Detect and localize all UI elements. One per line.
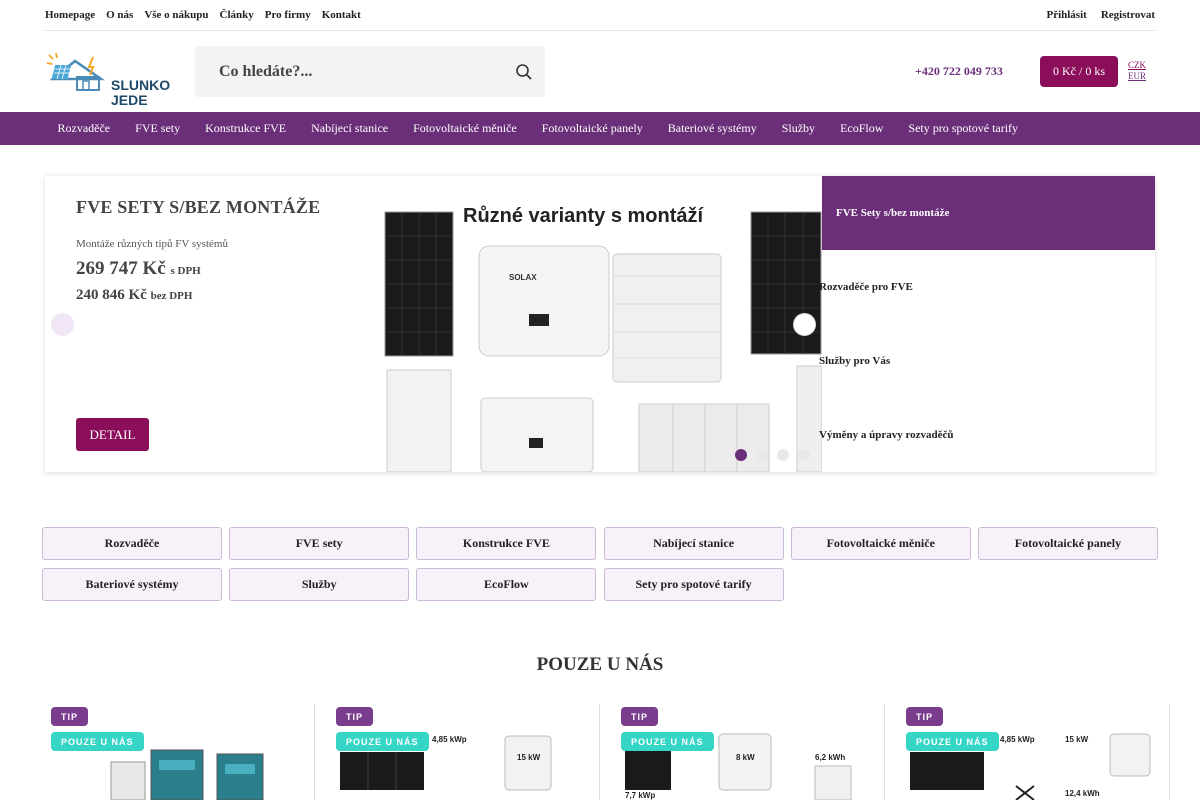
slider-dots	[735, 449, 810, 461]
catnav-ecoflow[interactable]: EcoFlow	[828, 121, 896, 136]
top-nav: Homepage O nás Vše o nákupu Články Pro f…	[45, 9, 361, 21]
currency-switch: CZK EUR	[1128, 60, 1146, 82]
catnav-fotovoltaicke-menice[interactable]: Fotovoltaické měniče	[401, 121, 530, 136]
category-bateriove-systemy[interactable]: Bateriové systémy	[42, 568, 222, 601]
topnav-clanky[interactable]: Články	[220, 9, 254, 21]
svg-text:4,85 kWp: 4,85 kWp	[1000, 735, 1035, 744]
slider-dot[interactable]	[756, 449, 768, 461]
hero-slider: FVE SETY S/BEZ MONTÁŽE Montáže různých t…	[45, 176, 1155, 472]
svg-text:8 kW: 8 kW	[736, 753, 755, 762]
slider-dot[interactable]	[798, 449, 810, 461]
login-link[interactable]: Přihlásit	[1046, 9, 1086, 21]
catnav-bateriove-systemy[interactable]: Bateriové systémy	[655, 121, 769, 136]
side-item-rozvadece[interactable]: Rozvaděče pro FVE	[819, 281, 913, 293]
category-nabijeci-stanice[interactable]: Nabíjecí stanice	[603, 527, 784, 560]
catnav-sluzby[interactable]: Služby	[769, 121, 827, 136]
category-fotovoltaicke-menice[interactable]: Fotovoltaické měniče	[790, 527, 971, 560]
exclusive-badge: POUZE U NÁS	[621, 732, 714, 751]
tip-badge: TIP	[621, 707, 659, 726]
phone-number[interactable]: +420 722 049 733	[915, 64, 1003, 79]
detail-button[interactable]: DETAIL	[76, 418, 149, 451]
side-item-vymeny[interactable]: Výměny a úpravy rozvaděčů	[819, 429, 954, 441]
currency-eur[interactable]: EUR	[1128, 71, 1146, 82]
product-list: TIP POUZE U NÁS 4,85 kWp 15 kW TIP POUZE…	[45, 704, 1170, 800]
hero-side-menu: FVE Sety s/bez montáže Rozvaděče pro FVE…	[819, 176, 1155, 472]
product-card[interactable]: 8 kW 6,2 kWh 7,7 kWp TIP POUZE U NÁS	[615, 704, 885, 800]
slider-dot[interactable]	[735, 449, 747, 461]
section-title: POUZE U NÁS	[536, 654, 664, 675]
logo-text: SLUNKO JEDE	[111, 77, 171, 108]
category-rozvadece[interactable]: Rozvaděče	[42, 527, 222, 560]
product-card[interactable]: TIP POUZE U NÁS	[45, 704, 315, 800]
category-sluzby[interactable]: Služby	[229, 568, 410, 601]
account-links: Přihlásit Registrovat	[1046, 9, 1155, 21]
search-input[interactable]	[207, 46, 497, 97]
header: SLUNKO JEDE +420 722 049 733 0 Kč / 0 ks…	[45, 31, 1155, 112]
topnav-homepage[interactable]: Homepage	[45, 9, 95, 21]
tip-badge: TIP	[336, 707, 374, 726]
catnav-rozvadece[interactable]: Rozvaděče	[45, 121, 123, 136]
svg-text:4,85 kWp: 4,85 kWp	[432, 735, 467, 744]
tip-badge: TIP	[51, 707, 89, 726]
register-link[interactable]: Registrovat	[1101, 9, 1155, 21]
topnav-pro-firmy[interactable]: Pro firmy	[265, 9, 311, 21]
logo[interactable]: SLUNKO JEDE	[45, 51, 175, 108]
product-card[interactable]: 4,85 kWp 15 kW TIP POUZE U NÁS	[330, 704, 600, 800]
search-box	[195, 46, 545, 97]
topnav-kontakt[interactable]: Kontakt	[322, 9, 361, 21]
catnav-nabijeci-stanice[interactable]: Nabíjecí stanice	[299, 121, 401, 136]
category-fotovoltaicke-panely[interactable]: Fotovoltaické panely	[977, 527, 1158, 560]
price-with-vat: 269 747 Kč s DPH	[76, 258, 201, 279]
catnav-fve-sety[interactable]: FVE sety	[123, 121, 193, 136]
currency-czk[interactable]: CZK	[1128, 60, 1146, 71]
topnav-vse-o-nakupu[interactable]: Vše o nákupu	[144, 9, 208, 21]
category-nav: Rozvaděče FVE sety Konstrukce FVE Nabíje…	[0, 112, 1200, 145]
product-card[interactable]: 4,85 kWp 15 kW 12,4 kWh TIP POUZE U NÁS	[900, 704, 1170, 800]
cart-button[interactable]: 0 Kč / 0 ks	[1040, 56, 1118, 87]
top-bar: Homepage O nás Vše o nákupu Články Pro f…	[45, 0, 1155, 31]
exclusive-badge: POUZE U NÁS	[906, 732, 999, 751]
hero-title: FVE SETY S/BEZ MONTÁŽE	[76, 197, 321, 217]
category-fve-sety[interactable]: FVE sety	[229, 527, 410, 560]
svg-text:SOLAX: SOLAX	[509, 273, 537, 282]
catnav-fotovoltaicke-panely[interactable]: Fotovoltaické panely	[529, 121, 655, 136]
category-sety-spotove-tarify[interactable]: Sety pro spotové tarify	[603, 568, 784, 601]
svg-text:15 kW: 15 kW	[517, 753, 541, 762]
page: Homepage O nás Vše o nákupu Články Pro f…	[0, 0, 1200, 800]
catnav-sety-spotove-tarify[interactable]: Sety pro spotové tarify	[896, 121, 1031, 136]
svg-text:15 kW: 15 kW	[1065, 735, 1089, 744]
side-item-fve-sety[interactable]: FVE Sety s/bez montáže	[822, 176, 1155, 250]
slider-dot[interactable]	[777, 449, 789, 461]
hero-subtitle: Montáže různých tipů FV systémů	[76, 238, 228, 250]
slider-prev-button[interactable]	[51, 313, 74, 336]
hero-image-title: Různé varianty s montáží	[463, 205, 704, 227]
hero-banner-image: SOLAX Různé varianty s montáží	[383, 176, 823, 472]
exclusive-badge: POUZE U NÁS	[336, 732, 429, 751]
topnav-o-nas[interactable]: O nás	[106, 9, 133, 21]
price-without-vat: 240 846 Kč bez DPH	[76, 287, 193, 303]
logo-icon	[46, 52, 106, 91]
svg-text:7,7 kWp: 7,7 kWp	[625, 791, 655, 800]
category-grid: Rozvaděče FVE sety Konstrukce FVE Nabíje…	[42, 527, 1158, 601]
catnav-konstrukce-fve[interactable]: Konstrukce FVE	[193, 121, 299, 136]
tip-badge: TIP	[906, 707, 944, 726]
slider-next-button[interactable]	[793, 313, 816, 336]
search-icon[interactable]	[515, 63, 533, 81]
exclusive-badge: POUZE U NÁS	[51, 732, 144, 751]
svg-text:12,4 kWh: 12,4 kWh	[1065, 789, 1100, 798]
side-item-sluzby[interactable]: Služby pro Vás	[819, 355, 890, 367]
category-konstrukce-fve[interactable]: Konstrukce FVE	[416, 527, 597, 560]
svg-text:6,2 kWh: 6,2 kWh	[815, 753, 845, 762]
category-ecoflow[interactable]: EcoFlow	[416, 568, 597, 601]
